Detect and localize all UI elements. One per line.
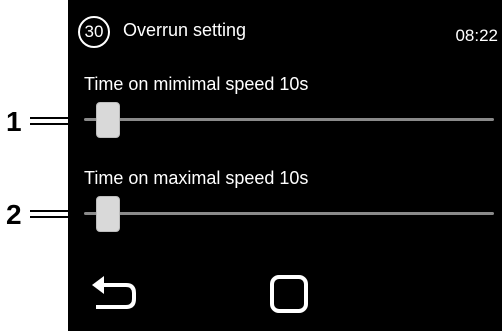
callout-line [30, 210, 70, 212]
back-button[interactable] [86, 273, 142, 323]
callout-1: 1 [0, 106, 70, 146]
device-screen: 30 Overrun setting 08:22 Time on mimimal… [68, 0, 502, 331]
slider-min-speed-label: Time on mimimal speed 10s [84, 74, 309, 94]
page-title: Overrun setting [123, 20, 247, 40]
slider-thumb[interactable] [95, 196, 120, 232]
callout-line [30, 123, 70, 125]
slider-max-speed[interactable] [84, 194, 494, 234]
callout-line [30, 216, 70, 218]
slider-min-speed[interactable] [84, 100, 494, 140]
clock: 08:22 [455, 26, 498, 45]
square-home-icon [270, 275, 308, 313]
callout-number: 1 [6, 106, 22, 137]
slider-track[interactable] [84, 118, 494, 121]
step-badge: 30 [78, 16, 110, 48]
slider-track[interactable] [84, 212, 494, 215]
back-arrow-icon [92, 276, 136, 309]
header: 30 Overrun setting 08:22 [68, 0, 502, 60]
slider-max-speed-label: Time on maximal speed 10s [84, 168, 309, 188]
bottom-nav [68, 273, 502, 331]
callout-number: 2 [6, 199, 22, 230]
home-button[interactable] [266, 273, 316, 323]
callout-2: 2 [0, 199, 70, 239]
callout-line [30, 117, 70, 119]
slider-thumb[interactable] [95, 102, 120, 138]
